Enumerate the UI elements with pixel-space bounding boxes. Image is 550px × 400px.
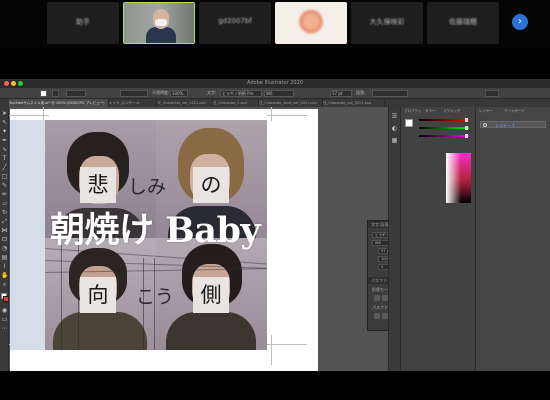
participant-name: gd2007bf [218, 17, 252, 25]
opacity-input[interactable]: 100% [170, 90, 188, 97]
collapsed-panel-icons: ☰ ◐ ▦ [388, 107, 400, 371]
window-title: Adobe Illustrator 2020 [247, 80, 303, 86]
screen-mode-icon[interactable]: ▭ [1, 316, 8, 323]
artwork-bleed-area [10, 120, 45, 350]
font-family-select[interactable]: ヒラギノ明朝 Pro [220, 90, 262, 97]
layers-panel: レイヤー アートボード レイヤー 1 [475, 107, 550, 371]
artwork-kana-text: こう [136, 286, 175, 308]
control-bar: 不透明度: 100% 文字: ヒラギノ明朝 Pro W6 57 pt 段落: [0, 88, 550, 99]
shape-builder-tool-icon[interactable]: ◔ [1, 245, 8, 252]
green-slider[interactable] [419, 126, 469, 130]
visibility-eye-icon[interactable] [483, 123, 487, 127]
video-person-mask [155, 19, 167, 26]
crop-mark [43, 107, 44, 121]
document-tab[interactable]: 日_Character_Sent_ver_2021.psd [259, 99, 323, 107]
document-tab[interactable]: キャラ_ポスター.ai [109, 99, 157, 107]
tab-artboards[interactable]: アートボード [504, 107, 525, 114]
artwork-kanji-block: 向 [80, 277, 116, 313]
color-fill-swatch[interactable] [405, 119, 413, 127]
participant-tile[interactable]: 佐藤瑞穂 [427, 2, 499, 44]
line-tool-icon[interactable]: ╱ [1, 164, 8, 171]
opacity-label: 不透明度: [152, 90, 170, 95]
arrange-documents-button[interactable] [485, 90, 499, 97]
rotate-tool-icon[interactable]: ↻ [1, 209, 8, 216]
participant-logo-tile[interactable] [275, 2, 347, 44]
type-tool-icon[interactable]: T [1, 155, 8, 162]
participant-tile[interactable]: 大久保咲彩 [351, 2, 423, 44]
free-transform-tool-icon[interactable]: ⊡ [1, 236, 8, 243]
more-tools-icon[interactable]: ⋯ [1, 325, 8, 332]
artwork-kanji-block: の [193, 167, 229, 203]
direct-selection-tool-icon[interactable]: ↖ [1, 119, 8, 126]
color-panel-icon[interactable]: ◐ [391, 125, 398, 132]
pen-tool-icon[interactable]: ✒ [1, 137, 8, 144]
blue-slider[interactable] [419, 134, 469, 138]
participant-name: 助手 [76, 18, 90, 26]
crop-mark [271, 335, 272, 365]
divide-icon[interactable] [374, 313, 380, 319]
unite-icon[interactable] [374, 295, 380, 301]
stroke-weight-select[interactable] [66, 90, 86, 97]
layer-row[interactable]: レイヤー 1 [480, 121, 546, 128]
color-panel: プロパティ カラー スウォッチ [400, 107, 475, 371]
font-size-input[interactable]: 57 pt [330, 90, 352, 97]
crop-mark [267, 115, 307, 116]
power-tower [61, 240, 79, 350]
tab-layers[interactable]: レイヤー [479, 107, 493, 114]
window-titlebar: Adobe Illustrator 2020 [0, 79, 550, 88]
artwork-title-text[interactable]: 朝焼け Baby [50, 209, 261, 253]
char-label: 文字: [207, 90, 217, 95]
tab-color[interactable]: カラー [425, 107, 436, 114]
crop-mark [267, 344, 307, 345]
rectangle-tool-icon[interactable]: □ [1, 173, 8, 180]
document-tab[interactable]: 日_Character_2.psd [213, 99, 259, 107]
paintbrush-tool-icon[interactable]: ✎ [1, 182, 8, 189]
video-person-body [146, 27, 176, 43]
participant-name: 大久保咲彩 [369, 18, 405, 26]
participant-name: 佐藤瑞穂 [449, 18, 477, 26]
properties-icon[interactable]: ☰ [391, 113, 398, 120]
stroke-color-control[interactable] [52, 90, 59, 97]
meeting-participant-strip: 助手 gd2007bf 大久保咲彩 佐藤瑞穂 › [0, 0, 550, 48]
red-slider[interactable] [419, 118, 469, 122]
swatches-icon[interactable]: ▦ [391, 137, 398, 144]
artwork-kanji-block: 悲 [80, 167, 116, 203]
selection-tool-icon[interactable]: ➤ [1, 110, 8, 117]
participant-tile[interactable]: 助手 [47, 2, 119, 44]
document-tab[interactable]: 日_Character_ver_2021.psd [323, 99, 385, 107]
tools-panel: ➤ ↖ ✦ ✒ ∿ T ╱ □ ✎ ✏ ▱ ↻ ⤢ ⋈ ⊡ ◔ ▤ ⌇ ✋ ⌕ … [0, 107, 9, 371]
artwork-kanji-block: 側 [193, 277, 229, 313]
pencil-tool-icon[interactable]: ✏ [1, 191, 8, 198]
document-tab[interactable]: YouTubeサムネイル用.ai* @ 100% (RGB/GPU プレビュー) [9, 99, 109, 107]
tab-swatches[interactable]: スウォッチ [443, 107, 461, 114]
hand-tool-icon[interactable]: ✋ [1, 272, 8, 279]
draw-mode-icon[interactable]: ◉ [1, 307, 8, 314]
layer-name: レイヤー 1 [495, 123, 515, 128]
variable-width-select[interactable] [120, 90, 148, 97]
curvature-tool-icon[interactable]: ∿ [1, 146, 8, 153]
document-tab[interactable]: TF_Character_ver_2021.psd [157, 99, 213, 107]
artwork-kana-text: しみ [128, 176, 167, 198]
screen-share-bottom-bar [0, 371, 550, 400]
document-tabs: YouTubeサムネイル用.ai* @ 100% (RGB/GPU プレビュー)… [0, 99, 550, 107]
color-spectrum[interactable] [446, 153, 471, 203]
paragraph-align-control[interactable] [372, 90, 408, 97]
paragraph-label: 段落: [356, 90, 366, 95]
magic-wand-tool-icon[interactable]: ✦ [1, 128, 8, 135]
emblem-icon [299, 9, 323, 37]
gradient-tool-icon[interactable]: ▤ [1, 254, 8, 261]
tab-properties[interactable]: プロパティ [404, 107, 421, 114]
crop-mark [271, 107, 272, 121]
participant-video-tile[interactable] [123, 2, 195, 44]
width-tool-icon[interactable]: ⋈ [1, 227, 8, 234]
fill-color-control[interactable] [40, 90, 47, 97]
zoom-tool-icon[interactable]: ⌕ [1, 281, 8, 288]
eraser-tool-icon[interactable]: ▱ [1, 200, 8, 207]
chevron-right-icon[interactable]: › [512, 14, 528, 30]
scale-tool-icon[interactable]: ⤢ [1, 218, 8, 225]
participant-tile[interactable]: gd2007bf [199, 2, 271, 44]
eyedropper-tool-icon[interactable]: ⌇ [1, 263, 8, 270]
font-style-select[interactable]: W6 [264, 90, 294, 97]
